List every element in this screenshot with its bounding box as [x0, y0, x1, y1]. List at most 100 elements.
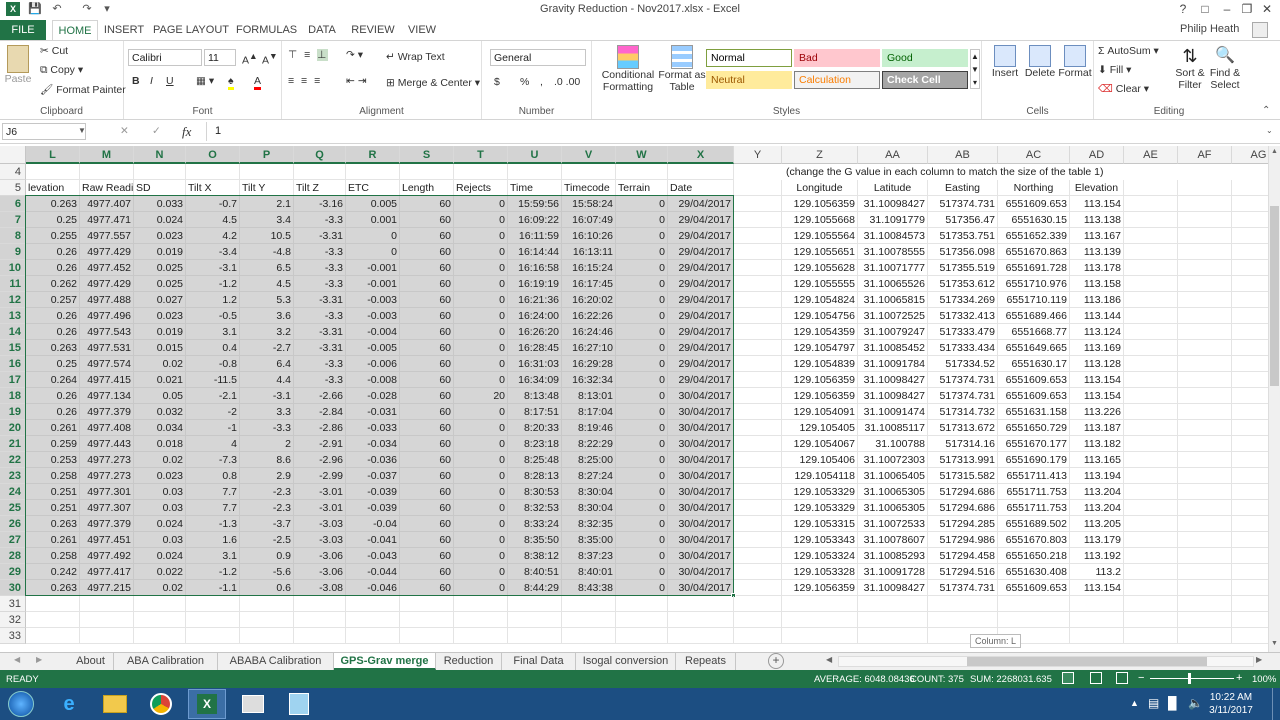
data-cell[interactable]: 31.10098427: [858, 580, 928, 596]
data-cell[interactable]: 0: [454, 292, 508, 308]
data-cell[interactable]: 8:30:04: [562, 500, 616, 516]
data-cell[interactable]: 30/04/2017: [668, 500, 734, 516]
data-cell[interactable]: 4977.488: [80, 292, 134, 308]
data-cell[interactable]: -0.039: [346, 500, 400, 516]
data-cell[interactable]: 31.10079247: [858, 324, 928, 340]
column-label-cell[interactable]: [734, 180, 782, 196]
empty-cell[interactable]: [294, 612, 346, 628]
empty-cell[interactable]: [508, 164, 562, 180]
number-format-dropdown[interactable]: General: [490, 49, 586, 66]
data-cell[interactable]: 15:58:24: [562, 196, 616, 212]
data-cell[interactable]: [1232, 308, 1268, 324]
data-cell[interactable]: 8:23:18: [508, 436, 562, 452]
data-cell[interactable]: 0: [454, 548, 508, 564]
data-cell[interactable]: -4.8: [240, 244, 294, 260]
data-cell[interactable]: 0: [616, 484, 668, 500]
data-cell[interactable]: [734, 276, 782, 292]
row-header[interactable]: 19: [0, 404, 26, 420]
data-cell[interactable]: [1124, 292, 1178, 308]
data-cell[interactable]: 4977.429: [80, 276, 134, 292]
data-cell[interactable]: 0.022: [134, 564, 186, 580]
insert-cells-button[interactable]: Insert: [988, 45, 1022, 79]
clock[interactable]: 10:22 AM 3/11/2017: [1206, 691, 1256, 717]
data-cell[interactable]: [1178, 468, 1232, 484]
empty-cell[interactable]: [1178, 612, 1232, 628]
data-cell[interactable]: 60: [400, 292, 454, 308]
empty-cell[interactable]: [858, 628, 928, 644]
data-cell[interactable]: [734, 244, 782, 260]
zoom-slider-thumb[interactable]: [1188, 673, 1191, 684]
column-header[interactable]: U: [508, 146, 562, 164]
data-cell[interactable]: [1124, 276, 1178, 292]
data-cell[interactable]: [734, 292, 782, 308]
data-cell[interactable]: [1232, 340, 1268, 356]
empty-cell[interactable]: [858, 596, 928, 612]
data-cell[interactable]: 60: [400, 340, 454, 356]
data-cell[interactable]: 517314.732: [928, 404, 998, 420]
data-cell[interactable]: 0.019: [134, 244, 186, 260]
empty-cell[interactable]: [80, 596, 134, 612]
data-cell[interactable]: -3.7: [240, 516, 294, 532]
empty-cell[interactable]: [26, 612, 80, 628]
data-cell[interactable]: 517374.731: [928, 388, 998, 404]
data-cell[interactable]: 4977.492: [80, 548, 134, 564]
column-header[interactable]: Y: [734, 146, 782, 164]
data-cell[interactable]: [1232, 212, 1268, 228]
data-cell[interactable]: 0.25: [26, 212, 80, 228]
data-cell[interactable]: [1124, 196, 1178, 212]
next-sheet-icon[interactable]: ▶: [36, 655, 42, 664]
network-icon[interactable]: ▤: [1148, 696, 1159, 710]
data-cell[interactable]: -0.046: [346, 580, 400, 596]
style-bad[interactable]: Bad: [794, 49, 880, 67]
vertical-align-icons[interactable]: ⊤ ≡ ⊥: [288, 49, 329, 61]
data-cell[interactable]: [1178, 516, 1232, 532]
data-cell[interactable]: 4977.471: [80, 212, 134, 228]
empty-cell[interactable]: [734, 596, 782, 612]
column-header[interactable]: AF: [1178, 146, 1232, 164]
data-cell[interactable]: 0: [346, 244, 400, 260]
data-cell[interactable]: 10.5: [240, 228, 294, 244]
data-cell[interactable]: 0: [454, 532, 508, 548]
data-cell[interactable]: 16:17:45: [562, 276, 616, 292]
percent-button[interactable]: %: [520, 76, 529, 88]
data-cell[interactable]: [734, 564, 782, 580]
sheet-tab[interactable]: Repeats: [676, 653, 736, 670]
data-cell[interactable]: -11.5: [186, 372, 240, 388]
fill-color-icon[interactable]: ♠: [228, 75, 234, 90]
data-cell[interactable]: 60: [400, 372, 454, 388]
data-cell[interactable]: [1178, 532, 1232, 548]
data-cell[interactable]: 16:16:58: [508, 260, 562, 276]
data-cell[interactable]: 60: [400, 484, 454, 500]
scroll-up-icon[interactable]: ▲: [1270, 148, 1279, 155]
data-cell[interactable]: 6551690.179: [998, 452, 1070, 468]
empty-cell[interactable]: [1070, 612, 1124, 628]
data-cell[interactable]: 113.205: [1070, 516, 1124, 532]
horizontal-scroll-thumb[interactable]: [967, 657, 1207, 666]
page-layout-view-icon[interactable]: [1090, 672, 1102, 684]
data-cell[interactable]: 129.1055651: [782, 244, 858, 260]
empty-cell[interactable]: [134, 164, 186, 180]
data-cell[interactable]: 0: [454, 260, 508, 276]
expand-formula-icon[interactable]: ⌄: [1266, 126, 1273, 135]
data-cell[interactable]: -0.003: [346, 308, 400, 324]
tab-home[interactable]: HOME: [52, 20, 98, 40]
minimize-button[interactable]: –: [1218, 1, 1236, 17]
horizontal-align-icons[interactable]: ≡ ≡ ≡: [288, 75, 322, 87]
column-header[interactable]: AG: [1232, 146, 1268, 164]
data-cell[interactable]: 6551609.653: [998, 388, 1070, 404]
data-cell[interactable]: [734, 228, 782, 244]
column-header[interactable]: AE: [1124, 146, 1178, 164]
data-cell[interactable]: 517333.434: [928, 340, 998, 356]
data-cell[interactable]: 8:13:01: [562, 388, 616, 404]
data-cell[interactable]: -0.041: [346, 532, 400, 548]
data-cell[interactable]: -3.31: [294, 340, 346, 356]
data-cell[interactable]: 31.10078555: [858, 244, 928, 260]
data-cell[interactable]: [1124, 340, 1178, 356]
data-cell[interactable]: [1232, 388, 1268, 404]
data-cell[interactable]: 0: [454, 372, 508, 388]
data-cell[interactable]: [1232, 404, 1268, 420]
data-cell[interactable]: 0: [616, 260, 668, 276]
data-cell[interactable]: 16:21:36: [508, 292, 562, 308]
data-cell[interactable]: 8:33:24: [508, 516, 562, 532]
data-cell[interactable]: [1232, 244, 1268, 260]
